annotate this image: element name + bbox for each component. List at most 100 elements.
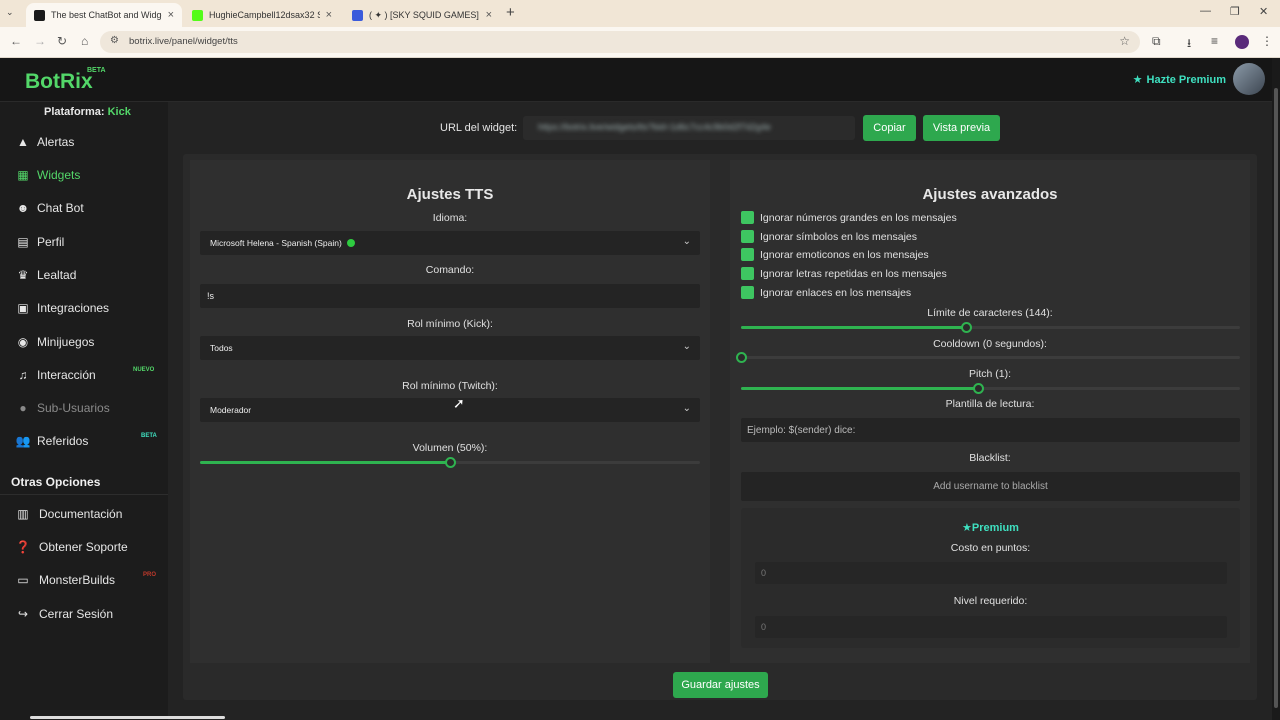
slider-thumb[interactable] xyxy=(960,322,972,333)
ignore-repeated-letters-checkbox[interactable] xyxy=(741,267,754,280)
volume-label: Volumen (50%): xyxy=(412,442,488,454)
sidebar-item-chat-bot[interactable]: ☻ Chat Bot xyxy=(0,193,168,223)
laptop-icon: ▭ xyxy=(17,573,29,587)
pitch-label: Pitch (1): xyxy=(968,368,1011,380)
browser-tab-1[interactable]: The best ChatBot and Widgets × xyxy=(26,3,182,27)
kick-role-select[interactable]: Todos ⌄ xyxy=(200,336,700,360)
option-obtener-soporte[interactable]: ❓ Obtener Soporte xyxy=(0,532,168,562)
command-label: Comando: xyxy=(425,264,475,276)
extensions-icon[interactable]: ⧉ xyxy=(1152,34,1161,49)
site-info-icon[interactable]: ⚙ xyxy=(110,35,119,46)
copy-button[interactable]: Copiar xyxy=(863,115,916,141)
level-input[interactable]: 0 xyxy=(755,616,1227,638)
gamepad-icon: ◉ xyxy=(17,335,29,349)
slider-thumb[interactable] xyxy=(736,352,747,363)
ignore-symbols-checkbox[interactable] xyxy=(741,230,754,243)
home-icon[interactable]: ⌂ xyxy=(81,34,88,48)
slider-thumb[interactable] xyxy=(445,457,456,468)
ignore-links-checkbox[interactable] xyxy=(741,286,754,299)
page-scrollbar[interactable] xyxy=(1272,58,1280,720)
browser-tab-2[interactable]: HughieCampbell12dsax32 Stre × xyxy=(184,3,340,27)
template-label: Plantilla de lectura: xyxy=(945,398,1035,410)
browser-tab-3[interactable]: ( ✦ ) [SKY SQUID GAMES] Jueg × xyxy=(344,3,500,27)
slider-thumb[interactable] xyxy=(973,383,985,394)
botrix-favicon-icon xyxy=(34,9,45,21)
sidebar-item-interaccion[interactable]: ♫ Interacción xyxy=(0,360,168,390)
forward-icon[interactable]: → xyxy=(34,34,46,48)
ignore-emotes-checkbox[interactable] xyxy=(741,248,754,261)
tab-search-icon[interactable]: ⌄ xyxy=(6,7,14,18)
language-select[interactable]: Microsoft Helena - Spanish (Spain) ⌄ xyxy=(200,231,700,255)
option-cerrar-sesion[interactable]: ↪ Cerrar Sesión xyxy=(0,599,168,629)
divider xyxy=(0,494,168,495)
sidebar-item-referidos[interactable]: 👥 Referidos xyxy=(0,426,168,456)
sidebar-item-integraciones[interactable]: ▣ Integraciones xyxy=(0,293,168,323)
cost-label: Costo en puntos: xyxy=(950,542,1031,554)
beta-badge: BETA xyxy=(141,433,157,439)
kick-role-label: Rol mínimo (Kick): xyxy=(407,318,493,330)
widget-url-label: URL del widget: xyxy=(440,122,518,134)
new-tab-icon[interactable]: + xyxy=(506,4,515,21)
slider-fill xyxy=(741,387,979,390)
sidebar: Plataforma: Kick ▲ Alertas ▦ Widgets ☻ Chat… xyxy=(0,102,168,720)
premium-link[interactable]: ★ Hazte Premium xyxy=(1133,73,1226,87)
integration-icon: ▣ xyxy=(17,301,29,315)
twitch-role-select[interactable]: Moderador ⌄ xyxy=(200,398,700,422)
browser-tab-bar: ⌄ The best ChatBot and Widgets × HughieC… xyxy=(0,0,1280,27)
sidebar-item-perfil[interactable]: ▤ Perfil xyxy=(0,227,168,257)
user-avatar[interactable] xyxy=(1233,63,1265,95)
profile-avatar-icon[interactable] xyxy=(1235,35,1249,49)
trophy-icon: ♛ xyxy=(17,268,29,282)
sidebar-item-minijuegos[interactable]: ◉ Minijuegos xyxy=(0,327,168,357)
minimize-icon[interactable]: — xyxy=(1200,5,1211,17)
botrix-logo[interactable]: BotRix xyxy=(25,70,93,94)
status-dot-icon xyxy=(346,239,355,247)
close-tab-icon[interactable]: × xyxy=(326,9,332,21)
cost-input[interactable]: 0 xyxy=(755,562,1227,584)
taskbar-indicator xyxy=(30,716,225,719)
warning-icon: ▲ xyxy=(17,135,29,149)
preview-button[interactable]: Vista previa xyxy=(923,115,1000,141)
reload-icon[interactable]: ↻ xyxy=(57,34,67,48)
url-field[interactable]: ⚙ botrix.live/panel/widget/tts ☆ xyxy=(100,31,1140,53)
ignore-big-numbers-checkbox[interactable] xyxy=(741,211,754,224)
sidebar-item-lealtad[interactable]: ♛ Lealtad xyxy=(0,260,168,290)
save-settings-button[interactable]: Guardar ajustes xyxy=(673,672,768,698)
tts-title: Ajustes TTS xyxy=(406,186,494,203)
slider-track[interactable] xyxy=(741,356,1240,359)
premium-title: ★Premium xyxy=(962,522,1019,534)
option-documentacion[interactable]: ▥ Documentación xyxy=(0,499,168,529)
restore-icon[interactable]: ❐ xyxy=(1230,5,1240,18)
app-header: BotRix BETA ★ Hazte Premium xyxy=(0,58,1280,102)
media-icon[interactable]: ≡ xyxy=(1211,34,1218,48)
sidebar-item-alertas[interactable]: ▲ Alertas xyxy=(0,127,168,157)
cooldown-label: Cooldown (0 segundos): xyxy=(933,338,1047,350)
advanced-title: Ajustes avanzados xyxy=(922,186,1058,203)
blacklist-label: Blacklist: xyxy=(969,452,1011,464)
chevron-down-icon: ⌄ xyxy=(682,403,691,414)
sidebar-item-sub-usuarios[interactable]: ● Sub-Usuarios xyxy=(0,393,168,423)
pro-badge: PRO xyxy=(143,572,157,578)
close-window-icon[interactable]: ✕ xyxy=(1259,5,1268,18)
template-input[interactable]: Ejemplo: $(sender) dice: xyxy=(741,418,1240,442)
download-icon[interactable]: ⭳ xyxy=(1187,34,1191,55)
widget-url-field[interactable]: https://botrix.live/widgets/tts?bid=1d6c… xyxy=(523,116,855,140)
back-icon[interactable]: ← xyxy=(10,34,22,48)
level-label: Nivel requerido: xyxy=(953,595,1028,607)
char-limit-label: Límite de caracteres (144): xyxy=(927,307,1053,319)
sidebar-item-widgets[interactable]: ▦ Widgets xyxy=(0,160,168,190)
option-monsterbuilds[interactable]: ▭ MonsterBuilds xyxy=(0,565,168,595)
discord-favicon-icon xyxy=(352,9,363,21)
help-icon: ❓ xyxy=(15,540,31,554)
scrollbar-thumb[interactable] xyxy=(1274,88,1278,708)
blacklist-input[interactable]: Add username to blacklist xyxy=(741,472,1240,501)
star-icon: ★ xyxy=(962,522,972,534)
kick-favicon-icon xyxy=(192,9,203,21)
new-badge: NUEVO xyxy=(133,367,155,373)
close-tab-icon[interactable]: × xyxy=(168,9,174,21)
command-input[interactable]: !s xyxy=(200,284,700,308)
beta-tag: BETA xyxy=(87,67,106,74)
close-tab-icon[interactable]: × xyxy=(486,9,492,21)
bookmark-star-icon[interactable]: ☆ xyxy=(1119,34,1130,48)
browser-menu-icon[interactable]: ⋮ xyxy=(1261,34,1273,48)
